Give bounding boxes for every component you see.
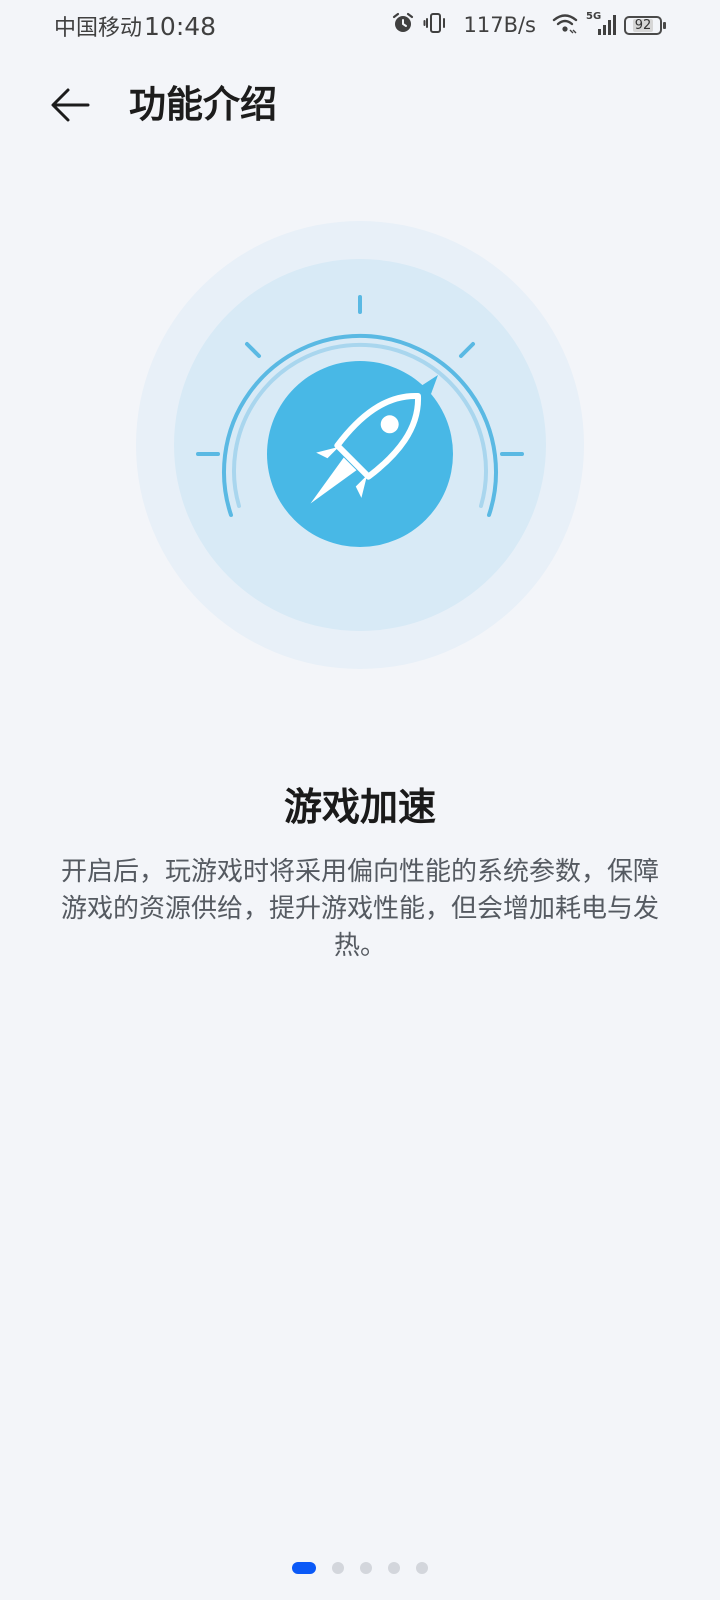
status-bar: 中国移动10:48 117B/s 5G 92 (0, 0, 720, 50)
page-title: 功能介绍 (129, 83, 277, 126)
title-bar: 功能介绍 (0, 70, 720, 140)
page-dot-1[interactable] (292, 1562, 316, 1574)
status-icons: 117B/s 5G 92 (391, 8, 668, 42)
page-dot-5[interactable] (416, 1562, 428, 1574)
status-time: 10:48 (144, 12, 217, 41)
alarm-icon (391, 11, 415, 39)
battery-tip (663, 21, 666, 29)
page-dot-4[interactable] (388, 1562, 400, 1574)
back-button[interactable] (40, 80, 100, 130)
wifi-icon (552, 12, 578, 38)
battery-icon: 92 (624, 15, 666, 35)
battery-level: 92 (632, 17, 654, 33)
net-speed: 117B/s (463, 13, 536, 37)
page-dot-2[interactable] (332, 1562, 344, 1574)
carrier-name: 中国移动 (54, 16, 143, 41)
page-dot-3[interactable] (360, 1562, 372, 1574)
feature-title: 游戏加速 (283, 785, 436, 829)
vibrate-icon (423, 11, 447, 39)
signal-icon: 5G (586, 11, 616, 37)
carrier-and-time: 中国移动10:48 (54, 10, 216, 42)
back-arrow-icon (51, 88, 90, 122)
feature-description: 开启后，玩游戏时将采用偏向性能的系统参数，保障游戏的资源供给，提升游戏性能，但会… (60, 857, 659, 961)
rocket-speed-gauge-icon (135, 220, 585, 670)
page-indicator (0, 1560, 720, 1576)
